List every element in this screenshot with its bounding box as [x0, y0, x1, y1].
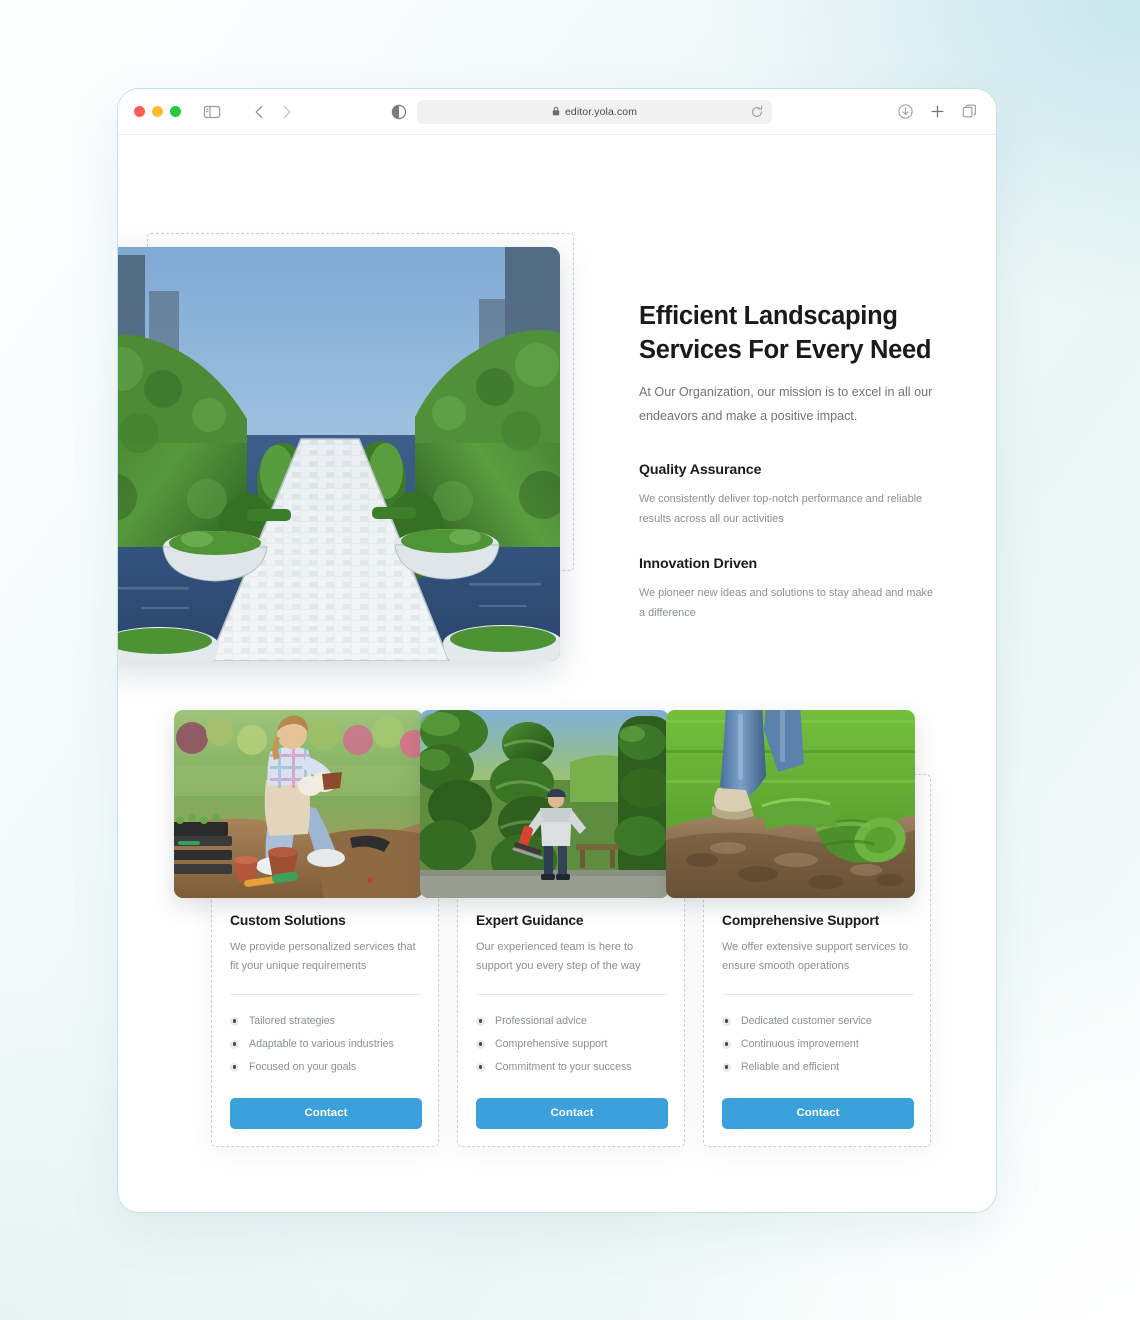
feature-title: Quality Assurance	[639, 461, 762, 478]
maximize-window-button[interactable]	[170, 106, 181, 117]
list-item-label: Comprehensive support	[495, 1038, 608, 1050]
card-title: Comprehensive Support	[722, 913, 880, 928]
list-item-label: Adaptable to various industries	[249, 1038, 394, 1050]
list-item-label: Commitment to your success	[495, 1061, 632, 1073]
card-divider	[722, 993, 914, 995]
card-content: Expert Guidance Our experienced team is …	[476, 913, 668, 1129]
card-content: Comprehensive Support We offer extensive…	[722, 913, 914, 1129]
window-traffic-lights	[134, 106, 181, 117]
card-image-hedge-trimming[interactable]	[420, 710, 669, 898]
contact-button[interactable]: Contact	[722, 1097, 914, 1129]
list-item: Adaptable to various industries	[230, 1033, 422, 1056]
bullet-icon	[476, 1016, 485, 1026]
list-item: Dedicated customer service	[722, 1010, 914, 1033]
bullet-icon	[476, 1062, 485, 1072]
list-item-label: Tailored strategies	[249, 1015, 335, 1027]
card-title: Expert Guidance	[476, 913, 584, 928]
card-bullet-list: Dedicated customer service Continuous im…	[722, 1010, 914, 1079]
list-item-label: Continuous improvement	[741, 1038, 859, 1050]
address-bar[interactable]: editor.yola.com	[417, 99, 772, 124]
url-text: editor.yola.com	[564, 105, 638, 118]
hero-text-block: Efficient Landscaping Services For Every…	[639, 299, 934, 624]
bullet-icon	[722, 1039, 731, 1049]
reload-icon[interactable]	[750, 105, 764, 119]
browser-window: editor.yola.com Efficient Landscaping Se…	[117, 88, 997, 1213]
card-divider	[476, 993, 668, 995]
bullet-icon	[230, 1062, 239, 1072]
contact-button[interactable]: Contact	[230, 1097, 422, 1129]
service-card[interactable]: Comprehensive Support We offer extensive…	[666, 701, 931, 1147]
bullet-icon	[476, 1039, 485, 1049]
list-item: Focused on your goals	[230, 1056, 422, 1079]
website-canvas: Efficient Landscaping Services For Every…	[118, 135, 996, 1212]
forward-chevron-icon[interactable]	[275, 101, 297, 123]
list-item: Professional advice	[476, 1010, 668, 1033]
card-content: Custom Solutions We provide personalized…	[230, 913, 422, 1129]
bullet-icon	[722, 1016, 731, 1026]
service-card[interactable]: Expert Guidance Our experienced team is …	[420, 701, 685, 1147]
card-bullet-list: Tailored strategies Adaptable to various…	[230, 1010, 422, 1079]
service-card[interactable]: Custom Solutions We provide personalized…	[174, 701, 439, 1147]
list-item-label: Reliable and efficient	[741, 1061, 840, 1073]
card-image-laying-sod[interactable]	[666, 710, 915, 898]
bullet-icon	[230, 1039, 239, 1049]
list-item: Continuous improvement	[722, 1033, 914, 1056]
list-item: Comprehensive support	[476, 1033, 668, 1056]
hero-subtitle: At Our Organization, our mission is to e…	[639, 385, 933, 423]
list-item-label: Dedicated customer service	[741, 1015, 872, 1027]
feature-quality-assurance: Quality Assurance We consistently delive…	[639, 462, 934, 529]
list-item: Commitment to your success	[476, 1056, 668, 1079]
address-bar-content: editor.yola.com	[552, 103, 637, 121]
list-item: Tailored strategies	[230, 1010, 422, 1033]
bullet-icon	[722, 1062, 731, 1072]
list-item: Reliable and efficient	[722, 1056, 914, 1079]
minimize-window-button[interactable]	[152, 106, 163, 117]
hero-image[interactable]	[118, 247, 560, 661]
close-window-button[interactable]	[134, 106, 145, 117]
hero-section: Efficient Landscaping Services For Every…	[118, 135, 996, 695]
plus-icon[interactable]	[929, 103, 946, 120]
feature-body: We pioneer new ideas and solutions to st…	[639, 587, 934, 620]
card-bullet-list: Professional advice Comprehensive suppor…	[476, 1010, 668, 1079]
card-description: We provide personalized services that fi…	[230, 941, 416, 973]
reader-view-icon[interactable]	[389, 102, 409, 122]
tab-overview-icon[interactable]	[961, 103, 978, 120]
back-chevron-icon[interactable]	[249, 101, 271, 123]
card-description: We offer extensive support services to e…	[722, 941, 909, 973]
feature-innovation-driven: Innovation Driven We pioneer new ideas a…	[639, 556, 934, 623]
browser-toolbar: editor.yola.com	[118, 89, 996, 135]
feature-body: We consistently deliver top-notch perfor…	[639, 492, 923, 526]
list-item-label: Focused on your goals	[249, 1061, 357, 1073]
contact-button[interactable]: Contact	[476, 1097, 668, 1129]
card-divider	[230, 993, 422, 995]
toolbar-right-icons	[897, 103, 978, 120]
download-icon[interactable]	[897, 103, 914, 120]
navigation-buttons	[249, 101, 297, 123]
page-title: Efficient Landscaping Services For Every…	[639, 302, 932, 365]
bullet-icon	[230, 1016, 239, 1026]
list-item-label: Professional advice	[495, 1015, 587, 1027]
card-image-gardener-planting[interactable]	[174, 710, 423, 898]
lock-icon	[552, 103, 560, 121]
card-title: Custom Solutions	[230, 913, 346, 928]
sidebar-toggle-icon[interactable]	[201, 101, 223, 123]
service-cards-section: Custom Solutions We provide personalized…	[118, 701, 996, 1171]
feature-title: Innovation Driven	[639, 556, 758, 573]
card-description: Our experienced team is here to support …	[476, 941, 641, 973]
